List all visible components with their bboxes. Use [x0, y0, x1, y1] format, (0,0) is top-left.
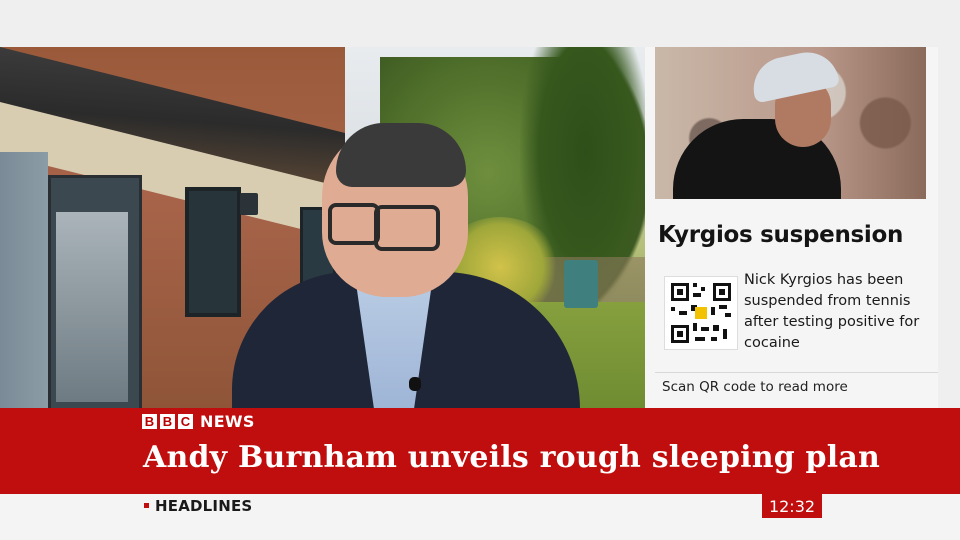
bbc-news-logo: B B C NEWS [142, 412, 255, 431]
tennis-player-photo [655, 47, 926, 199]
bbc-logo-letter: B [142, 414, 157, 429]
sidebar-headline: Kyrgios suspension [658, 222, 904, 248]
wall-cladding [0, 152, 48, 409]
qr-prompt: Scan QR code to read more [662, 379, 848, 395]
news-label: NEWS [200, 412, 255, 431]
glasses [374, 205, 440, 251]
main-video-feed [0, 47, 645, 409]
bullet-icon [144, 503, 149, 508]
sidebar-divider [655, 372, 938, 373]
presenter-hair [336, 123, 466, 187]
water-butt [564, 260, 598, 308]
bbc-logo-letter: C [178, 414, 193, 429]
wall-lamp [240, 193, 258, 215]
broadcast-clock: 12:32 [762, 494, 822, 518]
bbc-logo-letter: B [160, 414, 175, 429]
qr-code-icon[interactable] [664, 276, 738, 350]
ticker-label: HEADLINES [155, 497, 253, 515]
sidebar-summary: Nick Kyrgios has been suspended from ten… [744, 272, 920, 351]
glasses [328, 203, 380, 245]
lapel-mic [409, 377, 421, 391]
window [185, 187, 241, 317]
qr-code-graphic [665, 277, 737, 349]
door-glass [56, 212, 128, 402]
main-headline: Andy Burnham unveils rough sleeping plan [143, 440, 880, 475]
